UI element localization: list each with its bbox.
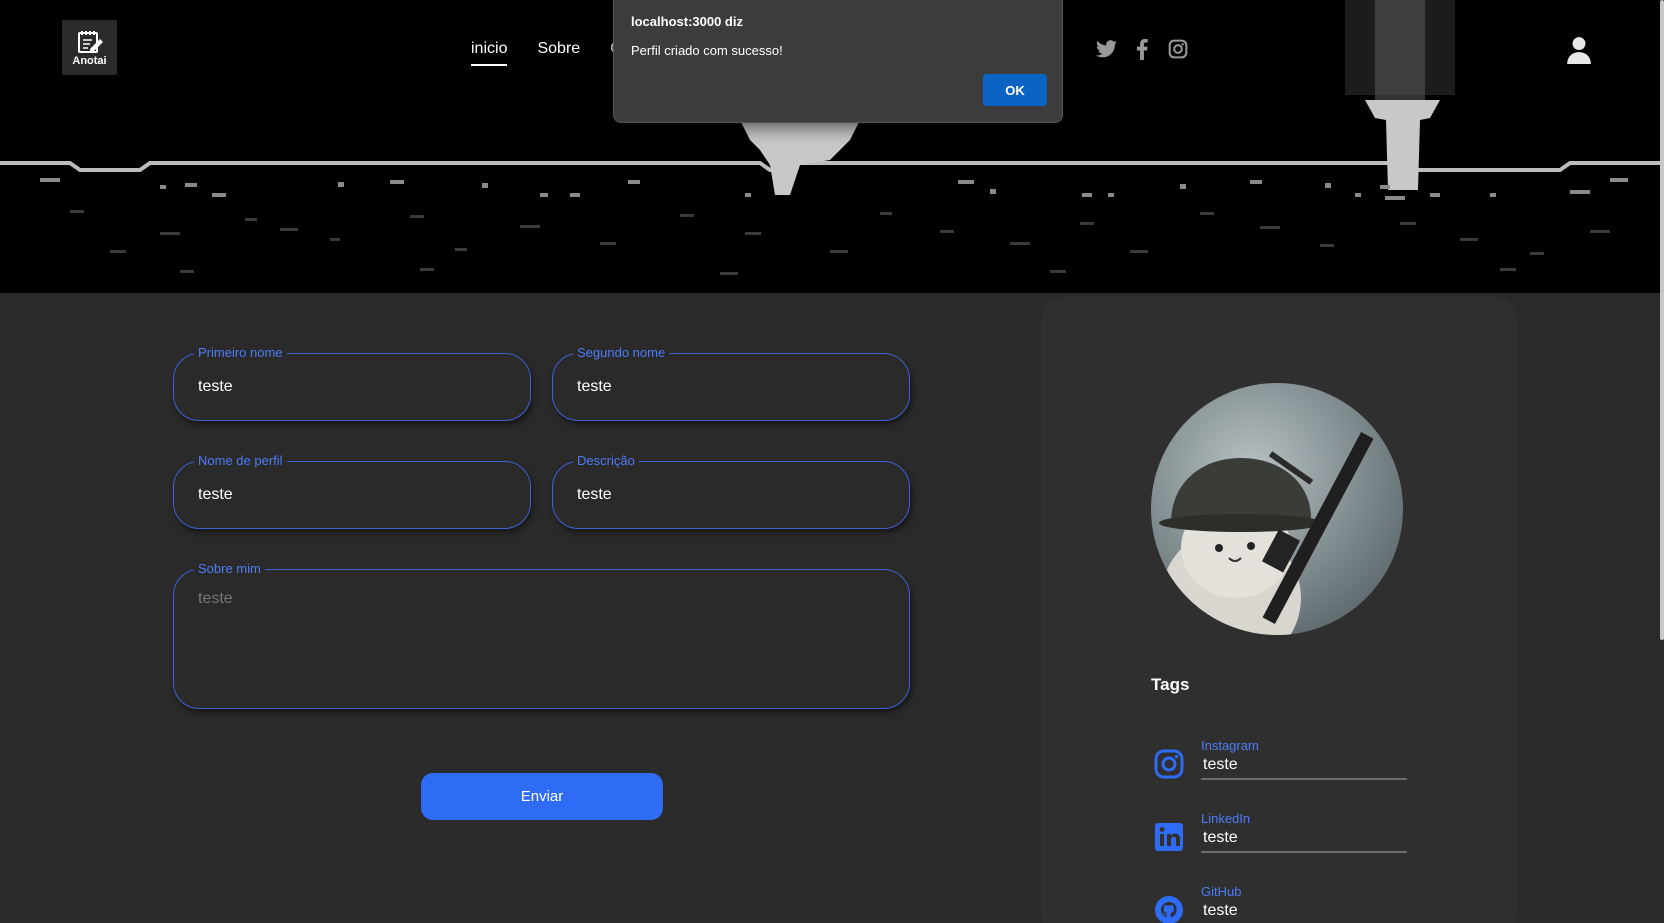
alert-title: localhost:3000 diz — [631, 14, 743, 29]
tag-label: Instagram — [1201, 738, 1259, 753]
instagram-input[interactable] — [1201, 752, 1407, 780]
description-field: Descrição — [552, 453, 910, 529]
first-name-input[interactable] — [198, 354, 506, 420]
github-input[interactable] — [1201, 898, 1407, 923]
social-links — [1095, 38, 1189, 60]
tag-label: GitHub — [1201, 884, 1242, 899]
submit-button[interactable]: Enviar — [421, 773, 663, 820]
profile-avatar[interactable] — [1151, 383, 1403, 635]
nav-link-sobre[interactable]: Sobre — [537, 40, 580, 66]
tag-label: LinkedIn — [1201, 811, 1251, 826]
avatar-image — [1151, 383, 1403, 635]
main-nav: inicio Sobre C — [471, 40, 622, 66]
linkedin-input[interactable] — [1201, 825, 1407, 853]
nav-link-inicio[interactable]: inicio — [471, 40, 508, 66]
tag-github: GitHub — [1153, 884, 1453, 923]
second-name-field: Segundo nome — [552, 345, 910, 421]
linkedin-icon — [1155, 823, 1183, 851]
page-scrollbar[interactable] — [1660, 0, 1664, 640]
tags-title: Tags — [1151, 675, 1190, 694]
profile-name-field: Nome de perfil — [173, 453, 531, 529]
instagram-icon[interactable] — [1167, 38, 1189, 60]
tag-linkedin: LinkedIn — [1153, 811, 1453, 871]
about-me-label: Sobre mim — [194, 561, 265, 577]
logo-text: Anotai — [72, 55, 107, 67]
about-me-field: Sobre mim — [173, 561, 910, 709]
first-name-field: Primeiro nome — [173, 345, 531, 421]
instagram-icon — [1154, 749, 1184, 779]
facebook-icon[interactable] — [1131, 38, 1153, 60]
alert-message: Perfil criado com sucesso! — [631, 43, 783, 58]
alert-ok-button[interactable]: OK — [983, 74, 1047, 106]
description-input[interactable] — [577, 462, 885, 528]
alert-dialog: localhost:3000 diz Perfil criado com suc… — [613, 0, 1063, 123]
twitter-icon[interactable] — [1095, 38, 1117, 60]
github-icon — [1155, 896, 1183, 923]
second-name-input[interactable] — [577, 354, 885, 420]
user-icon[interactable] — [1566, 36, 1592, 64]
about-me-textarea[interactable] — [198, 590, 885, 698]
notepad-icon — [77, 31, 103, 53]
profile-card: Tags Instagram LinkedIn GitHub — [1041, 297, 1517, 923]
tag-instagram: Instagram — [1153, 738, 1453, 798]
profile-name-input[interactable] — [198, 462, 506, 528]
logo[interactable]: Anotai — [62, 20, 117, 75]
